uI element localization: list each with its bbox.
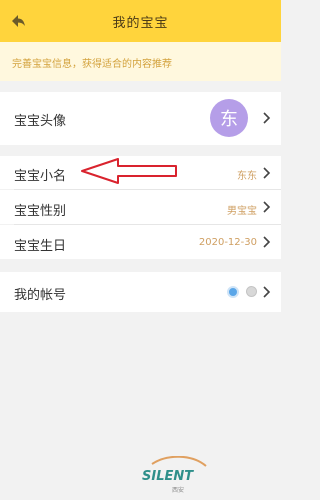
silent-watermark: SILENT 西安	[132, 455, 222, 496]
annotation-arrow-icon	[81, 158, 177, 184]
silent-logo-icon: SILENT 西安	[142, 455, 207, 494]
svg-text:SILENT: SILENT	[142, 469, 194, 484]
svg-text:西安: 西安	[172, 486, 184, 494]
